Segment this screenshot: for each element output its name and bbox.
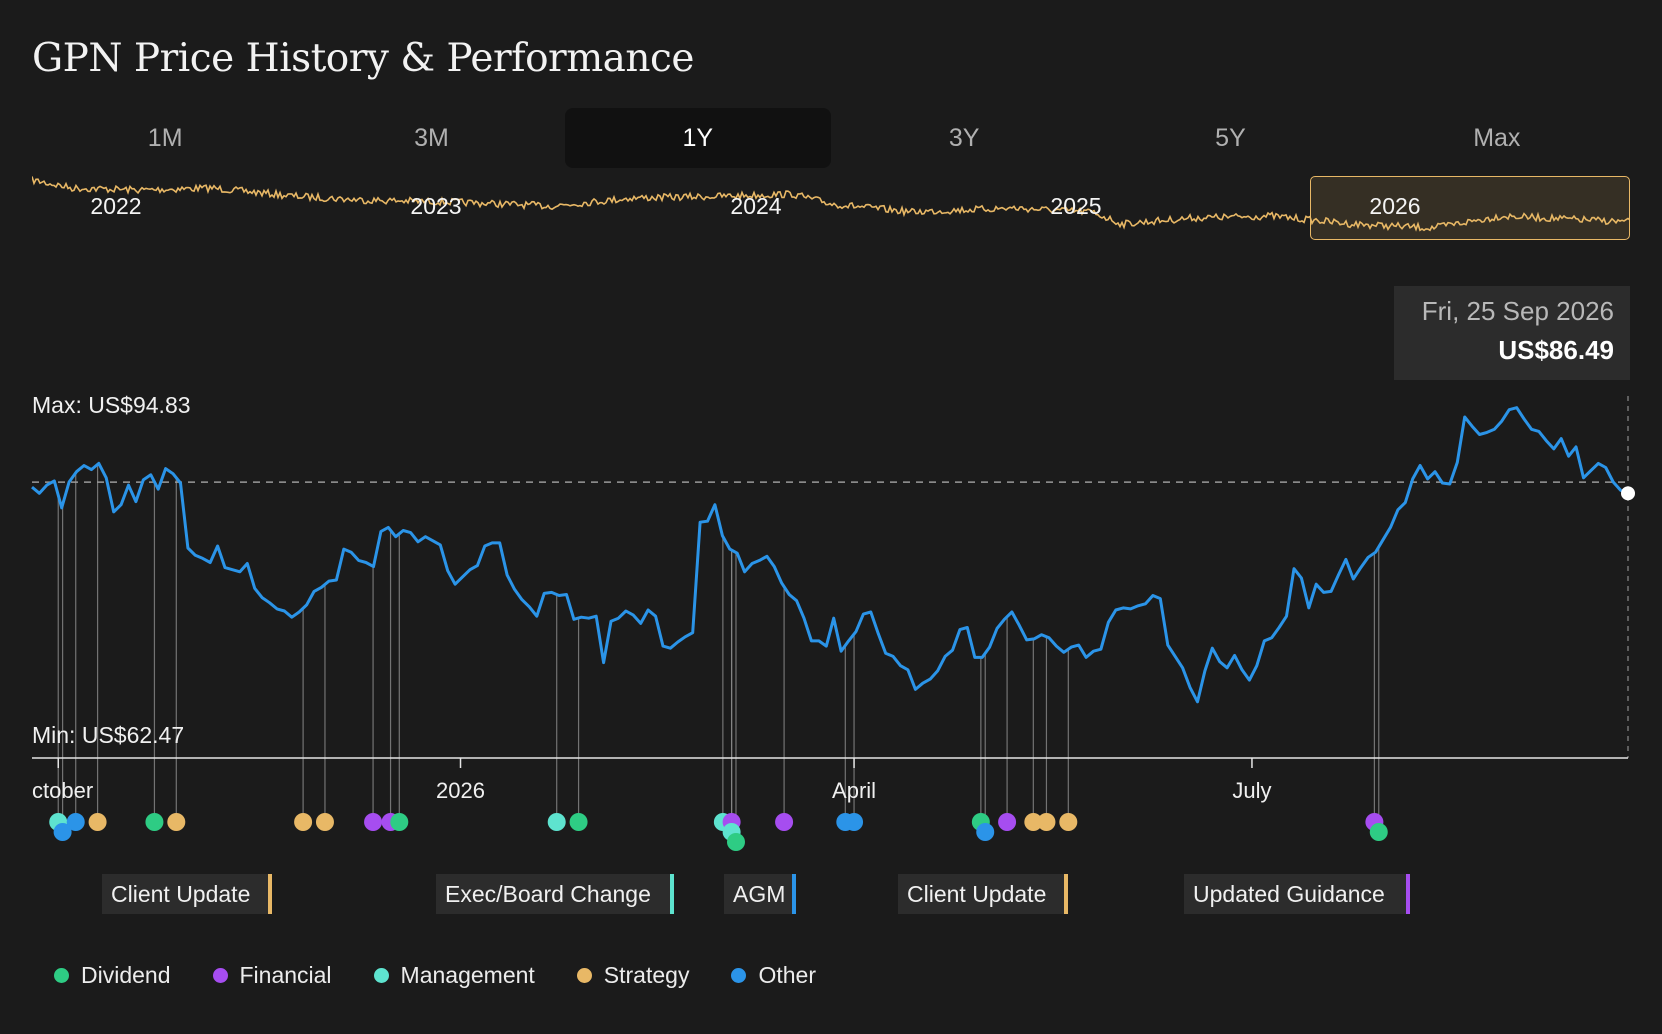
- event-label-accent: [792, 874, 796, 914]
- event-dot[interactable]: [364, 813, 383, 831]
- event-dot[interactable]: [1059, 813, 1078, 831]
- price-line: [31, 406, 1629, 704]
- event-dot[interactable]: [66, 813, 85, 831]
- legend-label: Strategy: [603, 962, 690, 988]
- event-dot[interactable]: [845, 813, 864, 831]
- legend-dot-icon: [731, 968, 747, 983]
- event-dot[interactable]: [315, 813, 334, 831]
- x-tick-label: 2026: [436, 778, 485, 803]
- event-label-text: Updated Guidance: [1193, 881, 1385, 907]
- legend-label: Financial: [239, 962, 332, 988]
- event-label-accent: [1406, 874, 1410, 914]
- event-label-accent: [1064, 874, 1068, 914]
- min-price-label: Min: US$62.47: [32, 722, 185, 748]
- event-label-text: Client Update: [111, 881, 250, 907]
- legend-item-strategy[interactable]: Strategy: [576, 962, 690, 989]
- legend-item-dividend[interactable]: Dividend: [54, 962, 171, 989]
- event-dot[interactable]: [1369, 823, 1388, 841]
- event-dot[interactable]: [167, 813, 186, 831]
- event-dot[interactable]: [88, 813, 107, 831]
- event-label-text: Exec/Board Change: [445, 881, 651, 907]
- legend-item-other[interactable]: Other: [731, 962, 816, 989]
- event-dot[interactable]: [726, 833, 745, 851]
- event-dot[interactable]: [569, 813, 588, 831]
- event-dot[interactable]: [998, 813, 1017, 831]
- x-tick-label: July: [1232, 778, 1271, 803]
- event-dot[interactable]: [145, 813, 164, 831]
- event-label-text: Client Update: [907, 881, 1046, 907]
- event-dot[interactable]: [775, 813, 794, 831]
- x-tick-label: April: [832, 778, 876, 803]
- legend-dot-icon: [54, 968, 69, 983]
- price-chart[interactable]: ctober 2026 April July Client Update Exec/Boa…: [0, 0, 1662, 960]
- legend-label: Management: [400, 962, 535, 988]
- legend-label: Dividend: [81, 962, 171, 988]
- event-legend: Dividend Financial Management Strategy O…: [54, 962, 858, 989]
- event-dot[interactable]: [294, 813, 313, 831]
- event-label-accent: [268, 874, 272, 914]
- hover-point: [1621, 486, 1635, 501]
- event-dot[interactable]: [976, 823, 995, 841]
- legend-dot-icon: [212, 968, 228, 983]
- legend-dot-icon: [373, 968, 389, 983]
- legend-item-management[interactable]: Management: [373, 962, 535, 989]
- legend-label: Other: [758, 962, 816, 988]
- event-dot[interactable]: [1037, 813, 1056, 831]
- max-price-label: Max: US$94.83: [32, 392, 191, 418]
- legend-item-financial[interactable]: Financial: [212, 962, 332, 989]
- legend-dot-icon: [576, 968, 592, 983]
- event-label-text: AGM: [733, 881, 785, 907]
- event-dot[interactable]: [390, 813, 409, 831]
- event-label-accent: [670, 874, 674, 914]
- event-dot[interactable]: [547, 813, 566, 831]
- x-tick-label: ctober: [32, 778, 93, 803]
